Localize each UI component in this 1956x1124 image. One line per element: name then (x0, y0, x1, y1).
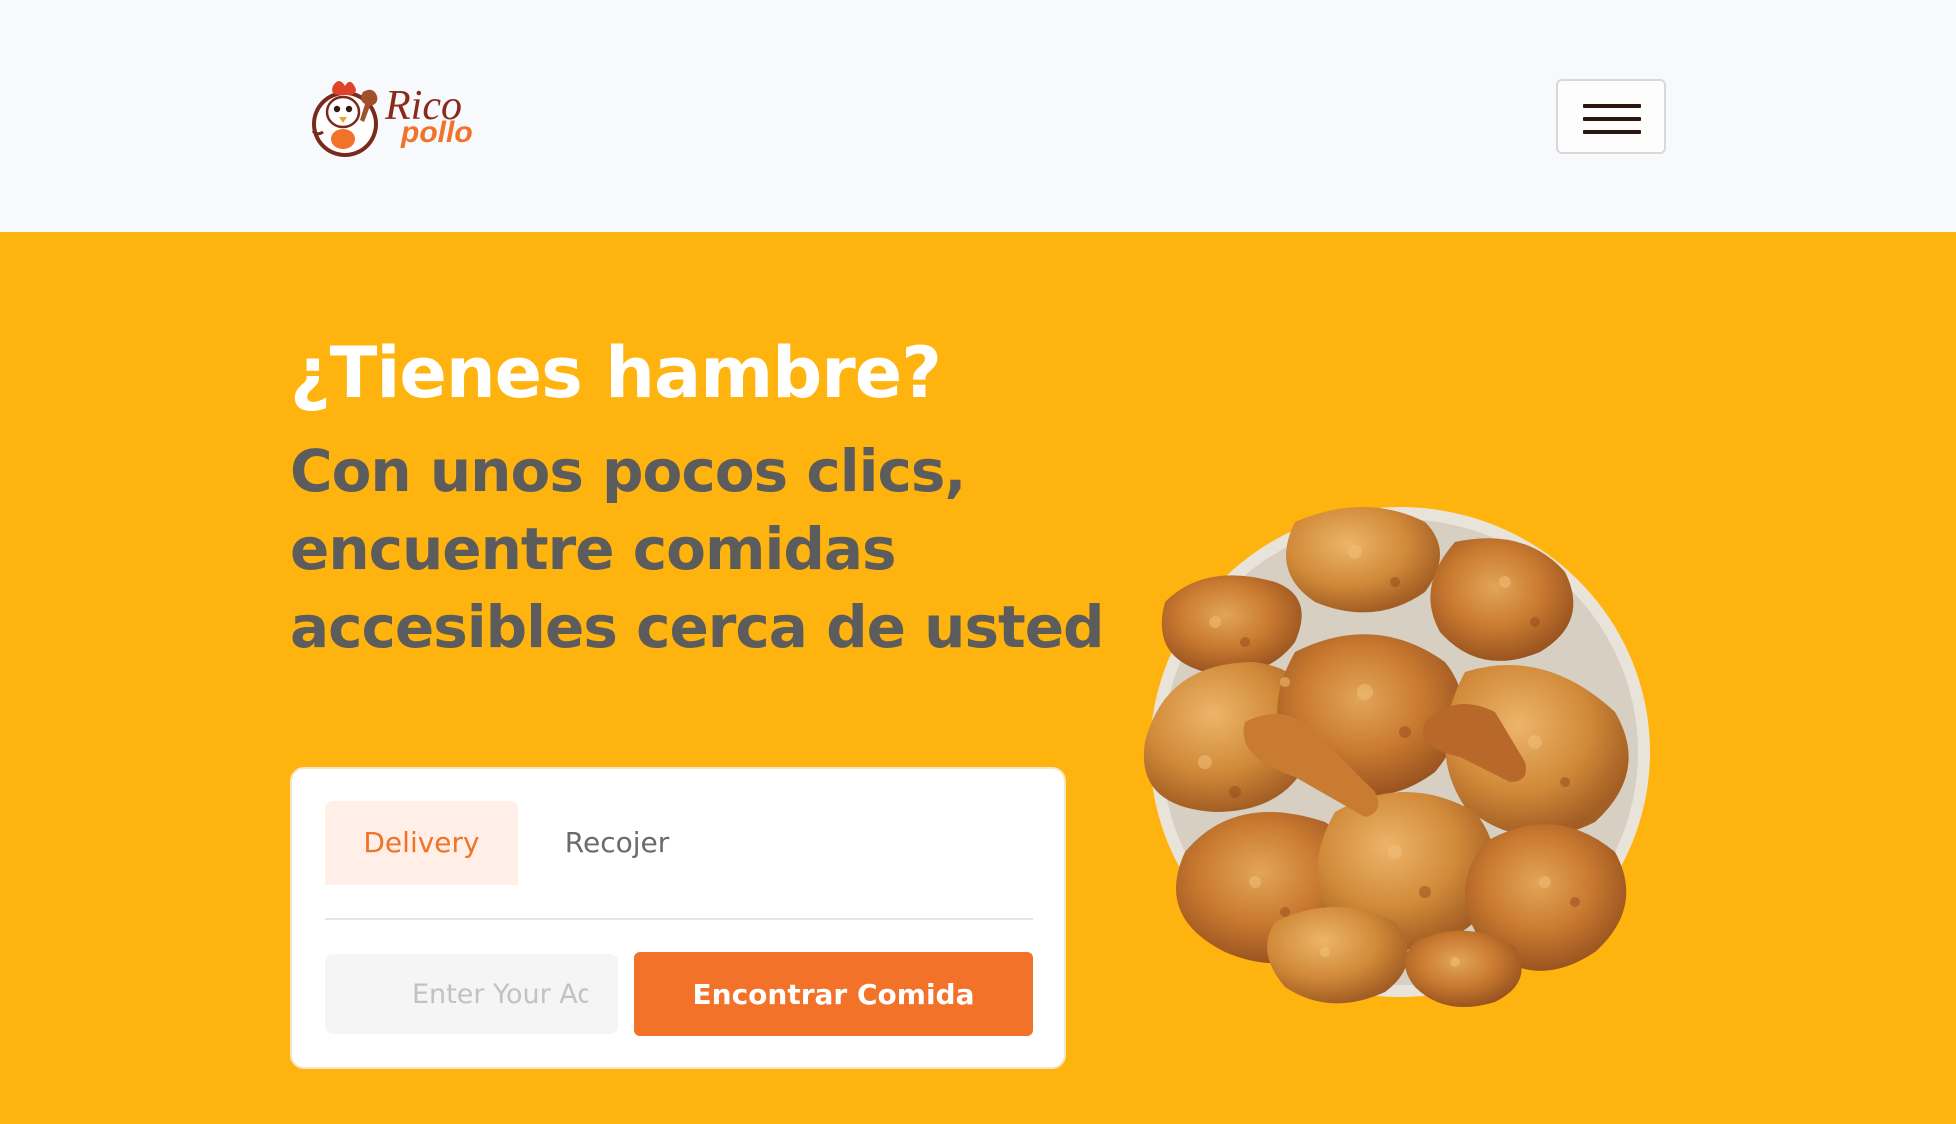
hamburger-line (1583, 117, 1641, 121)
food-search-card: Delivery Recojer Encontrar Comida (290, 767, 1066, 1069)
hero-subtitle-line: accesibles cerca de usted (290, 593, 1105, 661)
hero-section: ¿Tienes hambre? Con unos pocos clics, en… (0, 232, 1956, 1124)
address-input[interactable] (325, 954, 618, 1034)
tab-divider (325, 918, 1033, 920)
tab-pickup[interactable]: Recojer (542, 801, 692, 885)
hero-subtitle: Con unos pocos clics, encuentre comidas … (290, 432, 1105, 666)
logo-word-pollo: pollo (401, 116, 473, 149)
navbar: Rico pollo (0, 0, 1956, 232)
fried-chicken-plate-image (1143, 507, 1650, 1007)
chicken-mascot-icon (311, 81, 378, 157)
hero-title: ¿Tienes hambre? (290, 332, 942, 414)
hamburger-line (1583, 130, 1641, 134)
find-food-button[interactable]: Encontrar Comida (634, 952, 1033, 1036)
tab-delivery[interactable]: Delivery (325, 801, 518, 885)
hamburger-line (1583, 104, 1641, 108)
menu-toggle-button[interactable] (1556, 79, 1666, 154)
hero-subtitle-line: Con unos pocos clics, (290, 437, 966, 505)
hero-subtitle-line: encuentre comidas (290, 515, 897, 583)
brand-logo[interactable]: Rico pollo (307, 72, 487, 162)
